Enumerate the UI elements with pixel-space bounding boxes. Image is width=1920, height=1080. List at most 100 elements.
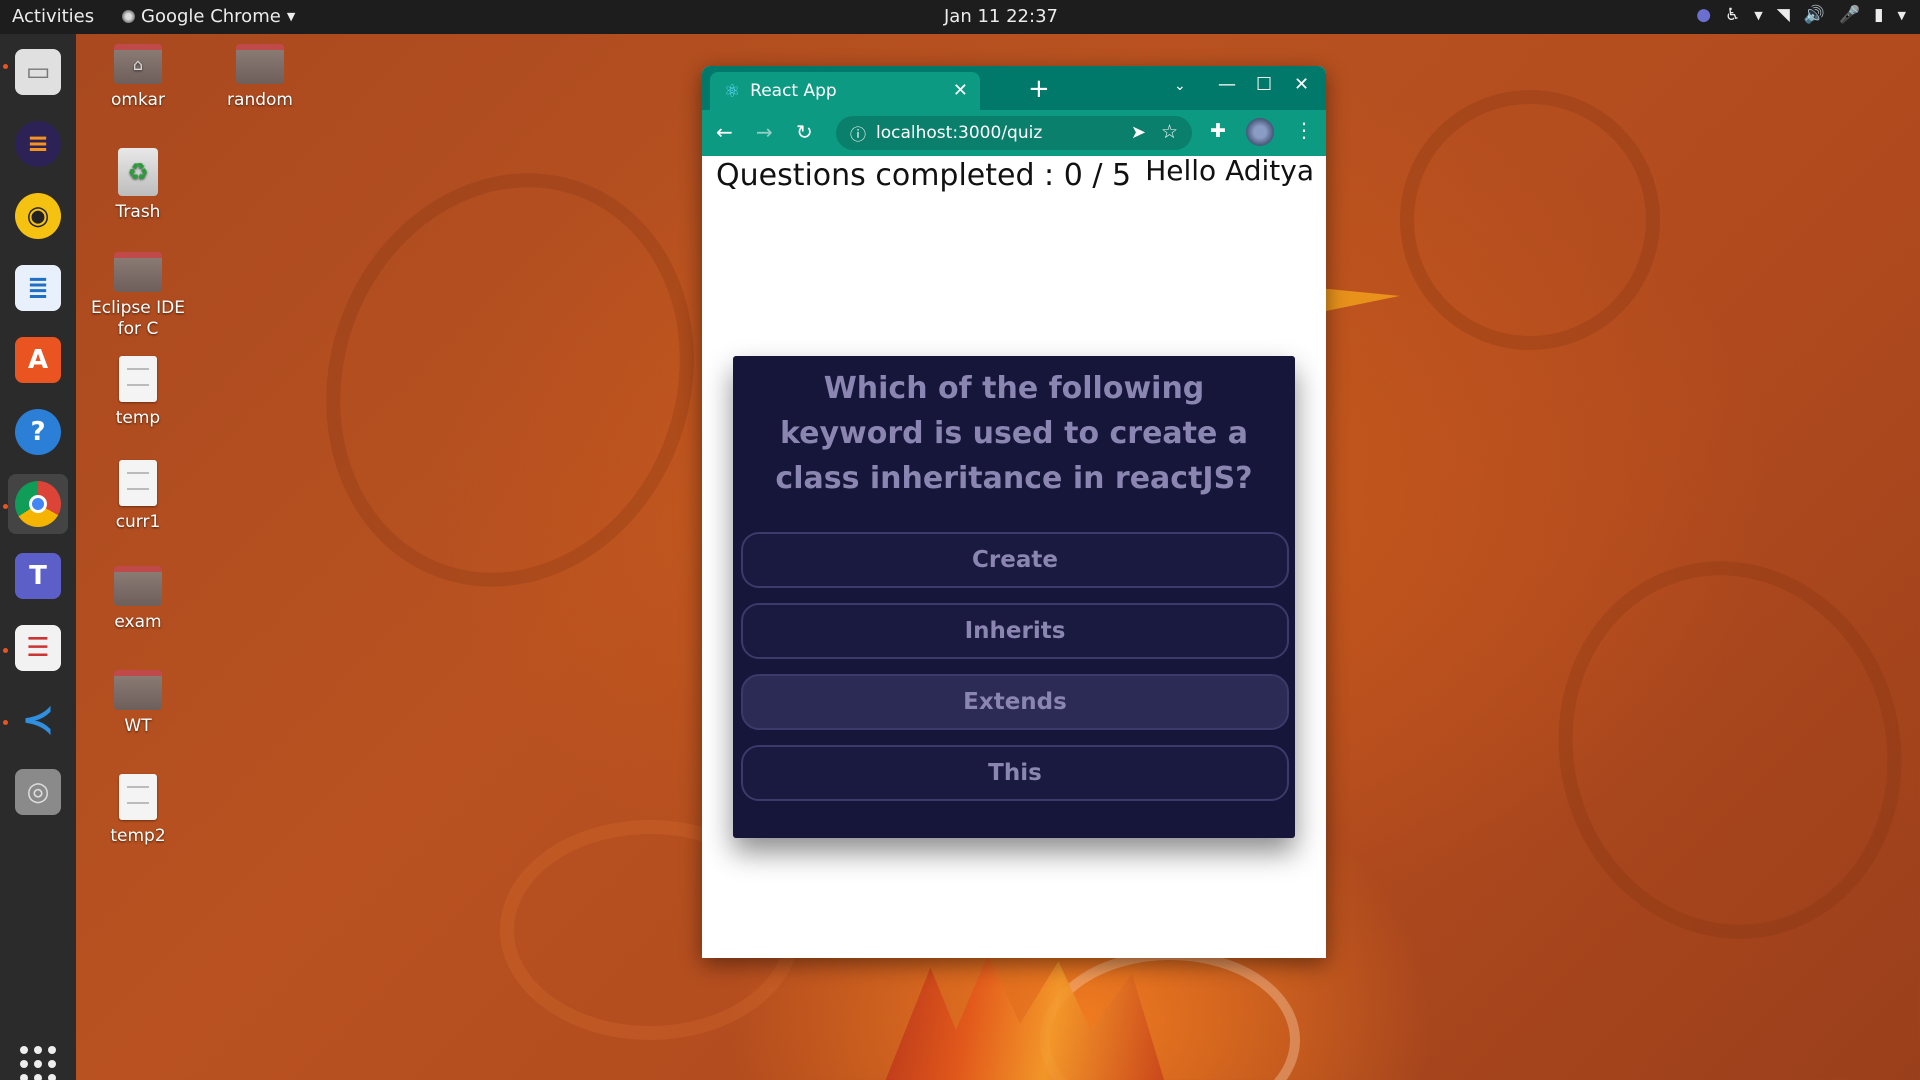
desktop-icon-temp2[interactable]: temp2	[78, 774, 198, 847]
top-bar: Activities Google Chrome ▼ Jan 11 22:37 …	[0, 0, 1920, 34]
software-dock-item[interactable]: A	[8, 330, 68, 390]
profile-avatar[interactable]	[1246, 118, 1274, 146]
question-text: Which of the following keyword is used t…	[775, 371, 1253, 496]
back-arrow-icon[interactable]: ←	[716, 120, 733, 144]
forward-arrow-icon[interactable]: →	[756, 120, 773, 144]
reload-icon[interactable]: ↻	[796, 120, 813, 144]
disc-dock-item[interactable]: ◎	[8, 762, 68, 822]
browser-window: ⚛ React App ✕ + ⌄ — ☐ ✕ ← → ↻ ⓘ localhos…	[702, 66, 1326, 958]
folder-icon	[114, 670, 162, 710]
wallpaper-swirl	[269, 121, 751, 639]
files-icon: ▭	[15, 49, 61, 95]
writer-dock-item[interactable]: ≣	[8, 258, 68, 318]
eclipse-dock-item[interactable]: ≡	[8, 114, 68, 174]
folder-icon	[114, 566, 162, 606]
app-menu[interactable]: Google Chrome ▼	[122, 6, 295, 27]
rhythmbox-icon: ◉	[15, 193, 61, 239]
volume-icon[interactable]: 🔊	[1804, 5, 1825, 25]
software-icon: A	[15, 337, 61, 383]
desktop-icon-temp[interactable]: temp	[78, 356, 198, 429]
tab-bar: ⚛ React App ✕ + ⌄ — ☐ ✕	[702, 66, 1326, 110]
battery-icon[interactable]: ▮	[1874, 5, 1883, 25]
close-window-button[interactable]: ✕	[1294, 74, 1309, 95]
show-applications-button[interactable]	[8, 1034, 68, 1080]
document-icon	[119, 460, 157, 506]
document-viewer-dock-item[interactable]: ☰	[8, 618, 68, 678]
address-bar[interactable]: ⓘ localhost:3000/quiz ➤ ☆	[836, 116, 1192, 150]
send-tab-icon[interactable]: ➤	[1131, 122, 1146, 143]
quiz-page: Questions completed : 0 / 5 Hello Aditya…	[702, 154, 1326, 958]
chrome-small-icon	[122, 10, 135, 23]
maximize-button[interactable]: ☐	[1256, 74, 1272, 95]
disc-icon: ◎	[15, 769, 61, 815]
desktop-icon-eclipse[interactable]: Eclipse IDE for C	[78, 252, 198, 340]
teams-dock-item[interactable]: T	[8, 546, 68, 606]
wallpaper-swirl	[1516, 522, 1920, 978]
wallpaper-flame	[885, 955, 1164, 1080]
minimize-button[interactable]: —	[1218, 74, 1236, 95]
desktop-icon-label: exam	[114, 612, 162, 632]
desktop-icon-label: random	[227, 90, 293, 110]
files-dock-item[interactable]: ▭	[8, 42, 68, 102]
chevron-down-icon: ▼	[286, 10, 296, 23]
chrome-icon	[15, 481, 61, 527]
rhythmbox-dock-item[interactable]: ◉	[8, 186, 68, 246]
tab-react-app[interactable]: ⚛ React App ✕	[710, 72, 980, 110]
desktop-icon-label: curr1	[115, 512, 161, 532]
react-logo-icon: ⚛	[724, 80, 741, 102]
eclipse-icon: ≡	[15, 121, 61, 167]
option-button[interactable]: This	[741, 745, 1289, 801]
desktop-icon-omkar[interactable]: omkar	[78, 44, 198, 111]
greeting: Hello Aditya	[1145, 154, 1314, 187]
document-viewer-icon: ☰	[15, 625, 61, 671]
desktop-icon-exam[interactable]: exam	[78, 566, 198, 633]
option-button[interactable]: Inherits	[741, 603, 1289, 659]
chrome-dock-item[interactable]	[8, 474, 68, 534]
folder-icon	[114, 252, 162, 292]
questions-completed-counter: Questions completed : 0 / 5	[716, 158, 1132, 193]
clock[interactable]: Jan 11 22:37	[944, 6, 1058, 27]
vscode-icon: ≺	[21, 697, 55, 743]
extensions-puzzle-icon[interactable]: ✚	[1210, 120, 1226, 142]
bookmark-star-icon[interactable]: ☆	[1161, 121, 1178, 143]
desktop-icon-trash[interactable]: ♻ Trash	[78, 148, 198, 223]
wallpaper-swirl	[1400, 90, 1660, 350]
wifi-icon[interactable]: ◥	[1777, 5, 1790, 25]
browser-toolbar: ← → ↻ ⓘ localhost:3000/quiz ➤ ☆ ✚ ⋮	[702, 110, 1326, 156]
home-folder-icon	[114, 44, 162, 84]
help-dock-item[interactable]: ?	[8, 402, 68, 462]
tab-search-chevron-icon[interactable]: ⌄	[1174, 78, 1186, 94]
kebab-menu-icon[interactable]: ⋮	[1294, 118, 1314, 142]
document-icon	[119, 774, 157, 820]
teams-tray-icon[interactable]: ●	[1696, 5, 1711, 25]
option-button[interactable]: Extends	[741, 674, 1289, 730]
url-text: localhost:3000/quiz	[876, 123, 1043, 143]
chevron-down-icon[interactable]: ▼	[1898, 9, 1906, 22]
desktop-icon-wt[interactable]: WT	[78, 670, 198, 737]
new-tab-button[interactable]: +	[1028, 74, 1050, 104]
info-icon[interactable]: ⓘ	[850, 121, 866, 145]
activities-button[interactable]: Activities	[12, 6, 94, 27]
folder-icon	[236, 44, 284, 84]
app-grid-icon	[20, 1046, 56, 1080]
microphone-icon[interactable]: 🎤	[1839, 5, 1860, 25]
dock: ▭ ≡ ◉ ≣ A ? T ☰ ≺ ◎	[0, 34, 76, 1080]
option-button[interactable]: Create	[741, 532, 1289, 588]
desktop-icon-curr1[interactable]: curr1	[78, 460, 198, 533]
wallpaper-beak	[1319, 283, 1401, 313]
vscode-dock-item[interactable]: ≺	[8, 690, 68, 750]
question-card: Which of the following keyword is used t…	[733, 356, 1295, 838]
desktop-icon-label: Trash	[115, 202, 161, 222]
desktop-icon-label: temp2	[110, 826, 166, 846]
desktop-icon-random[interactable]: random	[200, 44, 320, 111]
teams-icon: T	[15, 553, 61, 599]
tab-title: React App	[750, 81, 837, 101]
accessibility-icon[interactable]: ♿	[1725, 5, 1740, 25]
chevron-down-icon[interactable]: ▼	[1754, 9, 1762, 22]
app-menu-label: Google Chrome	[141, 6, 281, 27]
desktop-icon-label: Eclipse IDE for C	[91, 298, 185, 339]
writer-icon: ≣	[15, 265, 61, 311]
trash-icon: ♻	[118, 148, 158, 196]
system-tray[interactable]: ● ♿ ▼ ◥ 🔊 🎤 ▮ ▼	[1696, 5, 1906, 25]
close-tab-icon[interactable]: ✕	[953, 80, 968, 101]
